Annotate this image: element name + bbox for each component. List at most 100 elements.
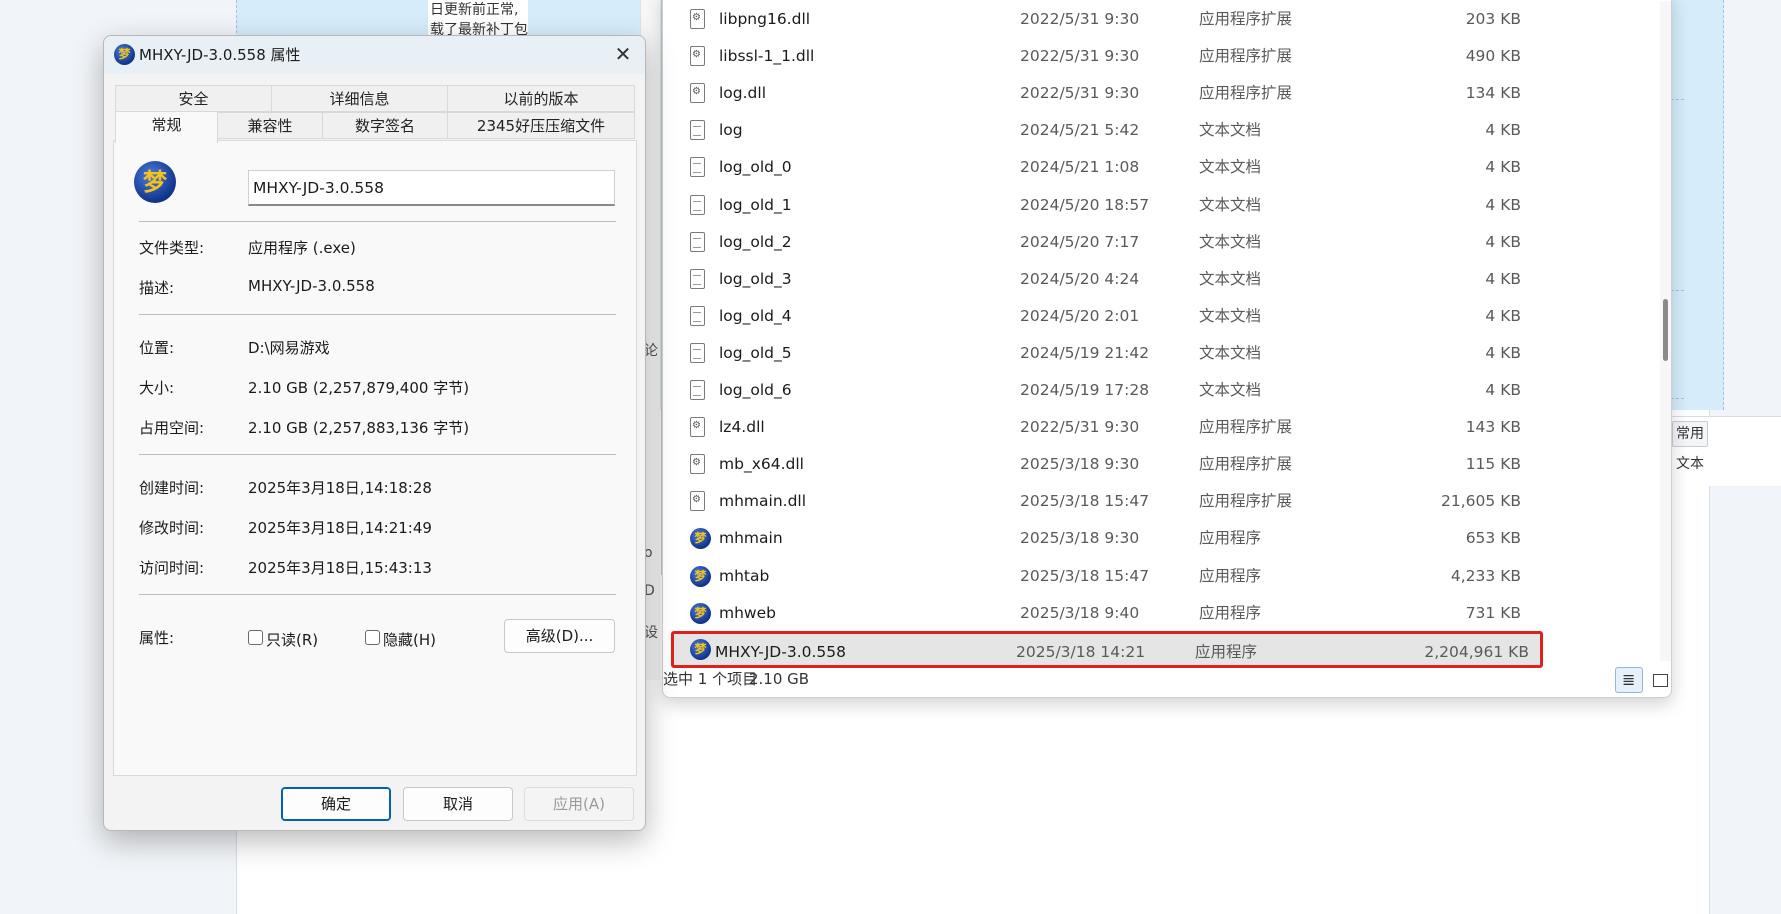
text-file-icon [690,157,710,179]
readonly-checkbox[interactable] [248,630,263,645]
file-size: 143 KB [1465,418,1521,437]
file-row[interactable]: 梦 mhweb 2025/3/18 9:40 应用程序 731 KB [675,595,1535,632]
file-type-label: 文件类型: [139,239,205,257]
cancel-button[interactable]: 取消 [403,787,513,821]
file-modified-date: 2022/5/31 9:30 [1020,418,1140,437]
separator [139,454,616,455]
file-type: 文本文档 [1199,343,1262,362]
game-app-icon: 梦 [114,44,135,65]
file-row[interactable]: libssl-1_1.dll 2022/5/31 9:30 应用程序扩展 490 KB [675,38,1535,75]
general-tab-panel: 梦 文件类型: 应用程序 (.exe) 描述: MHXY-JD-3.0.558 … [113,140,637,776]
file-modified-date: 2022/5/31 9:30 [1020,84,1140,103]
file-row[interactable]: log_old_5 2024/5/19 21:42 文本文档 4 KB [675,335,1535,372]
file-size: 490 KB [1465,47,1521,66]
file-modified-date: 2025/3/18 15:47 [1020,566,1150,585]
readonly-label: 只读(R) [266,631,319,649]
file-name: log_old_0 [719,158,792,177]
file-name: log_old_3 [719,269,792,288]
status-bar: 选中 1 个项目 2.10 GB [663,661,1671,697]
file-name: log_old_4 [719,306,792,325]
dll-file-icon [690,9,710,31]
text-file-icon [690,305,710,328]
file-row[interactable]: log_old_1 2024/5/20 18:57 文本文档 4 KB [675,187,1535,224]
file-type: 应用程序扩展 [1199,10,1293,28]
file-type: 文本文档 [1199,269,1262,288]
file-row[interactable]: libpng16.dll 2022/5/31 9:30 应用程序扩展 203 KB [675,1,1535,38]
common-style-chip[interactable]: 常用 [1672,421,1708,447]
file-row[interactable]: log_old_4 2024/5/20 2:01 文本文档 4 KB [675,298,1535,335]
file-type: 文本文档 [1199,381,1262,399]
file-modified-date: 2022/5/31 9:30 [1020,10,1140,28]
game-app-icon: 梦 [690,602,711,625]
strip-glyph: 论 [644,343,658,359]
file-name: log_old_1 [719,195,792,214]
location-value: D:\网易游戏 [248,339,330,357]
file-row[interactable]: log_old_6 2024/5/19 17:28 文本文档 4 KB [675,372,1535,409]
separator [139,594,616,595]
dialog-titlebar[interactable]: 梦 MHXY-JD-3.0.558 属性 ✕ [104,36,645,74]
file-name-input[interactable] [248,170,615,206]
file-type: 文本文档 [1199,158,1262,177]
file-row[interactable]: 梦 mhtab 2025/3/18 15:47 应用程序 4,233 KB [675,558,1535,595]
file-type: 应用程序扩展 [1199,418,1293,437]
accessed-label: 访问时间: [139,559,205,577]
scrollbar-thumb[interactable] [1663,299,1668,361]
file-name: log.dll [719,84,767,103]
file-size: 4,233 KB [1450,566,1521,585]
dialog-title: MHXY-JD-3.0.558 属性 [139,46,301,64]
file-type: 文本文档 [1199,232,1262,251]
tab-digital-signatures[interactable]: 数字签名 [322,112,448,139]
file-modified-date: 2024/5/20 2:01 [1020,306,1140,325]
file-row[interactable]: log 2024/5/21 5:42 文本文档 4 KB [675,112,1535,149]
close-icon[interactable]: ✕ [609,42,637,68]
file-name: mhmain.dll [719,492,807,511]
tab-2345-archive[interactable]: 2345好压压缩文件 [447,112,635,139]
file-row[interactable]: mb_x64.dll 2025/3/18 9:30 应用程序扩展 115 KB [675,446,1535,483]
accessed-value: 2025年3月18日,15:43:13 [248,559,432,577]
file-modified-date: 2024/5/19 21:42 [1020,343,1150,362]
file-name: mhmain [719,529,783,548]
file-row[interactable]: log.dll 2022/5/31 9:30 应用程序扩展 134 KB [675,75,1535,112]
file-size: 4 KB [1485,269,1521,288]
file-name: libpng16.dll [719,10,811,28]
file-modified-date: 2024/5/20 18:57 [1020,195,1150,214]
file-size: 4 KB [1485,158,1521,177]
tab-general[interactable]: 常规 [115,111,218,143]
file-name: libssl-1_1.dll [719,47,815,66]
tab-compatibility[interactable]: 兼容性 [217,112,323,139]
file-row[interactable]: log_old_3 2024/5/20 4:24 文本文档 4 KB [675,261,1535,298]
dll-file-icon [690,491,710,513]
file-modified-date: 2024/5/21 5:42 [1020,121,1140,140]
file-row[interactable]: mhmain.dll 2025/3/18 15:47 应用程序扩展 21,605 KB [675,483,1535,520]
apply-button[interactable]: 应用(A) [524,787,634,821]
modified-label: 修改时间: [139,519,205,537]
file-modified-date: 2024/5/20 7:17 [1020,232,1140,251]
background-note-text: 日更新前正常, 载了最新补丁包 [428,0,528,40]
file-list-scrollbar[interactable] [1660,1,1671,661]
file-size: 203 KB [1465,10,1521,28]
file-type-value: 应用程序 (.exe) [248,239,356,257]
file-row[interactable]: lz4.dll 2022/5/31 9:30 应用程序扩展 143 KB [675,409,1535,446]
tab-details[interactable]: 详细信息 [271,85,448,112]
text-file-icon [690,120,710,142]
advanced-button[interactable]: 高级(D)... [504,619,615,653]
file-row[interactable]: 梦 mhmain 2025/3/18 9:30 应用程序 653 KB [675,520,1535,557]
file-size: 4 KB [1485,195,1521,214]
file-row[interactable]: log_old_2 2024/5/20 7:17 文本文档 4 KB [675,224,1535,261]
ok-button[interactable]: 确定 [281,787,391,821]
hidden-checkbox[interactable] [365,630,380,645]
tab-security[interactable]: 安全 [115,85,272,112]
hidden-label: 隐藏(H) [383,631,436,649]
file-name: lz4.dll [719,418,765,437]
details-view-button[interactable] [1615,662,1643,697]
tiles-view-button[interactable] [1647,667,1671,693]
file-modified-date: 2024/5/19 17:28 [1020,381,1150,399]
file-name: log_old_2 [719,232,792,251]
file-row[interactable]: log_old_0 2024/5/21 1:08 文本文档 4 KB [675,149,1535,186]
size-value: 2.10 GB (2,257,879,400 字节) [248,379,470,397]
dll-file-icon [690,83,710,105]
file-type: 应用程序 [1199,566,1262,585]
tab-previous-versions[interactable]: 以前的版本 [447,85,635,112]
file-list: libpng16.dll2022/5/31 9:30应用程序扩展203 KBli… [663,1,1663,668]
game-app-icon: 梦 [690,565,711,588]
